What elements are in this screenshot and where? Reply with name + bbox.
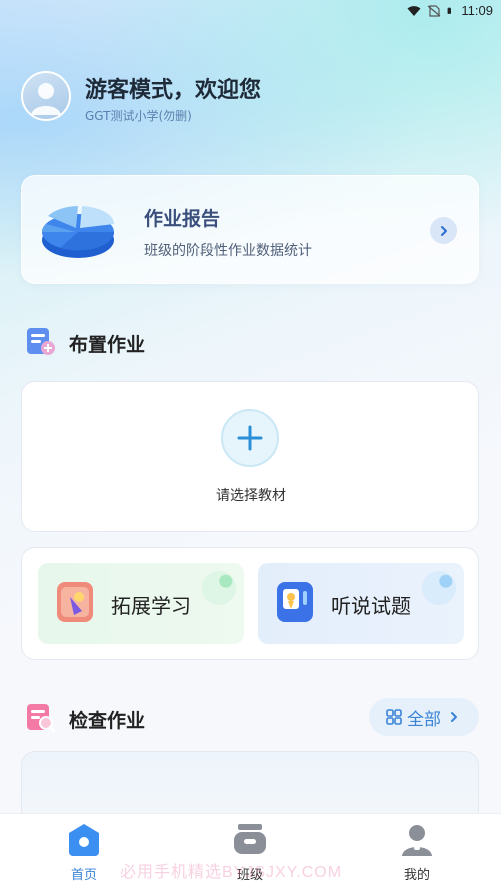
profile-icon: [402, 825, 432, 856]
greeting-title: 游客模式，欢迎您: [85, 78, 262, 103]
practice-card: 拓展学习 听说试题: [21, 547, 479, 660]
listening-speaking-tile[interactable]: 听说试题: [258, 563, 464, 644]
wifi-icon: [407, 5, 421, 16]
nav-item-mine[interactable]: 我的: [377, 822, 457, 883]
view-all-button[interactable]: 全部: [369, 698, 479, 736]
status-time: 11:09: [461, 3, 493, 18]
listening-speaking-icon: [277, 582, 313, 622]
report-arrow-button[interactable]: [430, 217, 457, 244]
extended-learning-label: 拓展学习: [111, 594, 191, 618]
pie-chart-icon: [42, 206, 115, 258]
check-homework-icon: [27, 704, 56, 733]
nav-label-class: 班级: [236, 868, 263, 883]
no-sim-icon: [428, 4, 441, 17]
avatar[interactable]: [21, 71, 71, 121]
report-subtitle: 班级的阶段性作业数据统计: [144, 243, 312, 259]
chevron-right-icon: [440, 225, 447, 236]
nav-label-mine: 我的: [403, 868, 430, 883]
bottom-navigation: 首页 班级 我的: [0, 813, 501, 892]
extended-learning-tile[interactable]: 拓展学习: [38, 563, 244, 644]
class-icon: [234, 824, 266, 854]
home-icon: [69, 824, 99, 856]
assign-section-title: 布置作业: [69, 334, 146, 356]
user-silhouette-icon: [31, 83, 61, 115]
select-textbook-button[interactable]: [221, 409, 279, 467]
chevron-right-icon: [451, 712, 457, 722]
status-bar: 11:09: [0, 0, 501, 22]
extended-learning-icon: [57, 582, 93, 622]
assign-homework-icon: [27, 328, 55, 355]
battery-icon: [447, 7, 452, 14]
homework-report-card[interactable]: 作业报告 班级的阶段性作业数据统计: [21, 175, 479, 284]
tile-decoration: [422, 571, 456, 605]
select-textbook-label[interactable]: 请选择教材: [22, 485, 480, 505]
check-section-title: 检查作业: [69, 710, 146, 732]
report-title: 作业报告: [144, 208, 221, 230]
grid-icon: [386, 709, 402, 725]
assign-homework-card: 请选择教材: [21, 381, 479, 532]
view-all-label: 全部: [407, 709, 441, 730]
nav-label-home: 首页: [70, 868, 97, 883]
tile-decoration: [202, 571, 236, 605]
status-icons: 11:09: [407, 3, 493, 18]
nav-item-home[interactable]: 首页: [44, 822, 124, 883]
school-name: GGT测试小学(勿删): [85, 109, 192, 123]
plus-icon: [237, 425, 263, 451]
listening-speaking-label: 听说试题: [331, 594, 411, 618]
nav-item-class[interactable]: 班级: [210, 822, 290, 883]
